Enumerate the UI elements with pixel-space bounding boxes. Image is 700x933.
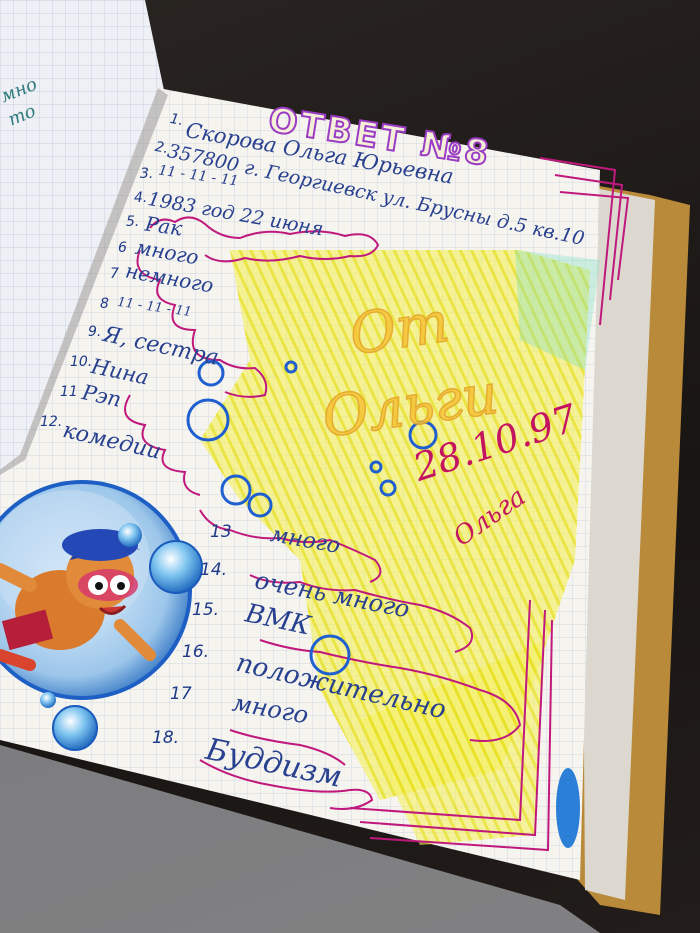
answer-9-number: 9. <box>88 324 102 340</box>
answer-18-number: 18. <box>152 728 180 748</box>
answer-3-number: 3. <box>140 166 154 182</box>
answer-12-number: 12. <box>40 414 63 430</box>
answer-16-number: 16. <box>182 642 210 662</box>
answer-15-number: 15. <box>192 600 220 620</box>
answer-14-number: 14. <box>200 560 228 580</box>
answer-6-number: 6 <box>118 240 127 256</box>
answer-1-number: 1. <box>168 110 185 130</box>
answer-4-number: 4. <box>134 190 148 206</box>
answer-17-number: 17 <box>170 684 192 704</box>
answer-7-number: 7 <box>110 266 119 282</box>
answer-10-number: 10. <box>70 354 93 370</box>
answer-13-number: 13 <box>210 522 232 542</box>
answer-11-number: 11 <box>60 384 78 400</box>
answer-5-number: 5. <box>126 214 140 230</box>
answer-8-number: 8 <box>100 296 109 312</box>
